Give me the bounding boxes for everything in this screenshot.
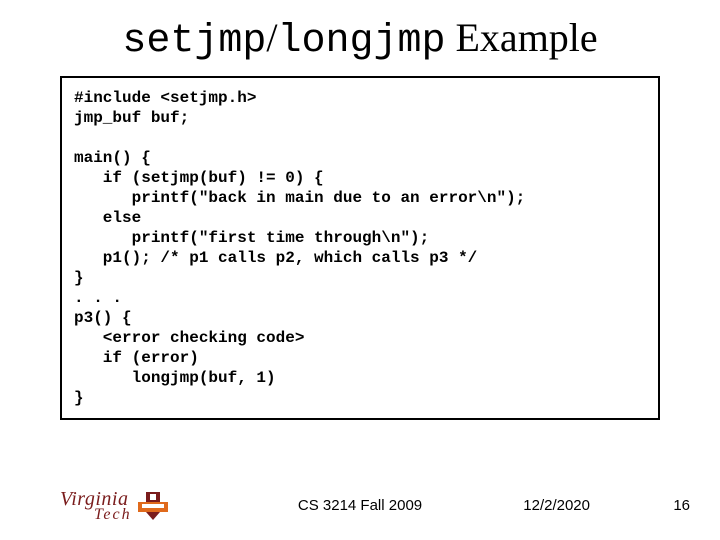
date-label: 12/2/2020 xyxy=(523,497,590,514)
title-rest: Example xyxy=(446,15,598,60)
code-block: #include <setjmp.h> jmp_buf buf; main() … xyxy=(60,76,660,420)
footer: Virginia Tech CS 3214 Fall 2009 12/2/202… xyxy=(0,482,720,522)
title-slash: / xyxy=(266,15,277,60)
title-code-2: longjmp xyxy=(277,19,445,64)
course-label: CS 3214 Fall 2009 xyxy=(0,497,720,514)
title-code-1: setjmp xyxy=(122,19,266,64)
page-number: 16 xyxy=(673,497,690,514)
slide-title: setjmp/longjmp Example xyxy=(0,0,720,72)
